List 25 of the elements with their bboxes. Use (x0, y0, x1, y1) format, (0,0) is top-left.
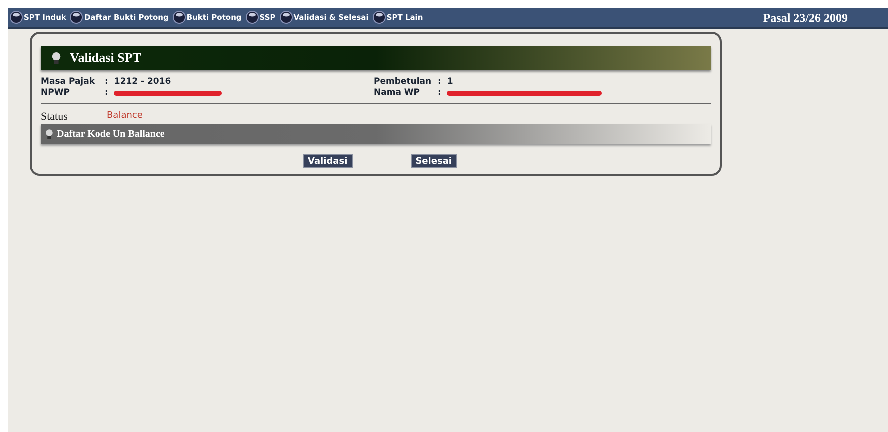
field-value: 1 (447, 77, 454, 88)
field-label: NPWP (41, 88, 71, 99)
orb-icon (372, 11, 386, 24)
bulb-icon (45, 128, 54, 140)
field-colon: : (438, 88, 442, 99)
status-label: Status (41, 110, 69, 125)
orb-icon (172, 11, 186, 24)
action-button[interactable]: Validasi (303, 154, 353, 168)
field-label: Pembetulan (374, 77, 433, 88)
action-button[interactable]: Selesai (410, 154, 457, 168)
section-title: Daftar Kode Un Ballance (57, 128, 165, 142)
orb-icon (246, 11, 259, 24)
orb-icon (280, 11, 293, 24)
panel-title: Validasi SPT (70, 49, 142, 68)
menu-title: Pasal 23/26 2009 (763, 10, 848, 26)
status-value: Balance (107, 110, 143, 124)
field-label: Masa Pajak (41, 77, 96, 88)
orb-icon (70, 11, 84, 24)
field-colon: : (105, 88, 108, 99)
field-value: 1212 - 2016 (114, 77, 172, 88)
field-colon: : (438, 77, 442, 88)
bulb-icon (51, 52, 62, 64)
orb-icon (10, 11, 23, 24)
field-colon: : (105, 77, 108, 88)
field-label: Nama WP (374, 88, 422, 99)
